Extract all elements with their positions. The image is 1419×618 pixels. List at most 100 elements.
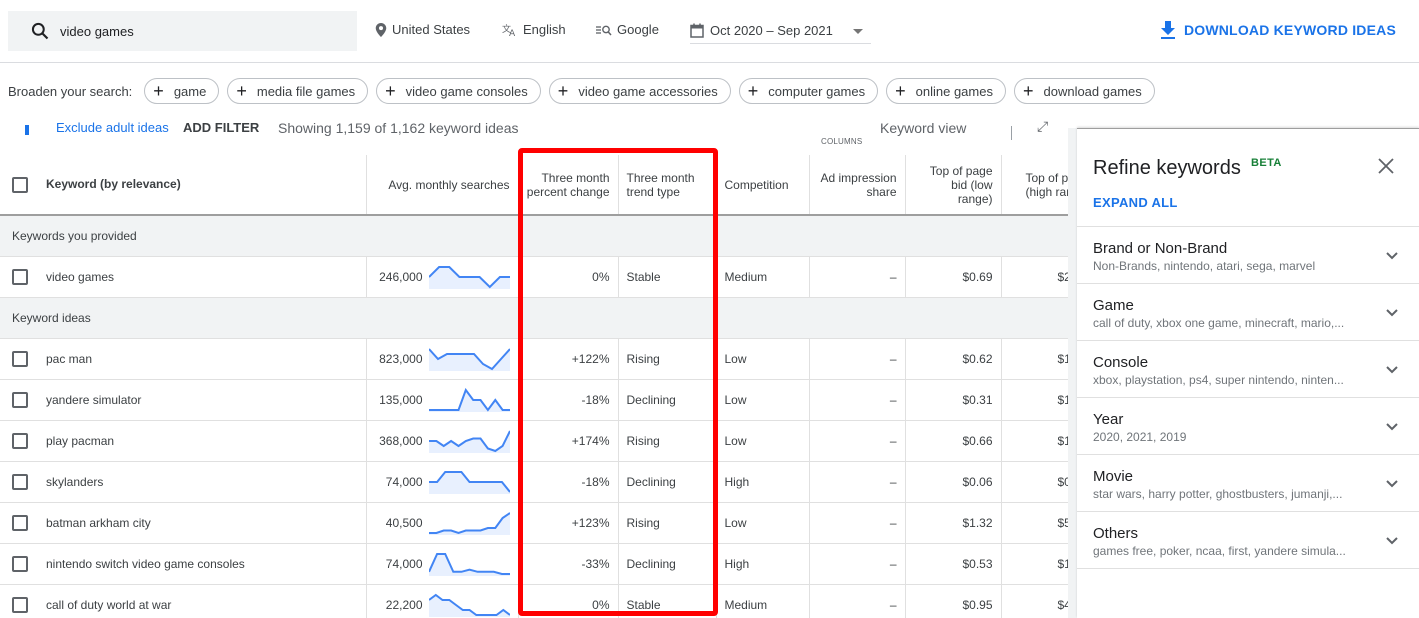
plus-icon: + (385, 81, 396, 101)
close-icon[interactable] (1376, 156, 1396, 176)
impression-cell: – (808, 584, 905, 618)
broaden-chip[interactable]: + computer games (738, 78, 879, 104)
refine-group[interactable]: Year 2020, 2021, 2019 (1077, 398, 1419, 455)
bid-low-cell: $0.06 (904, 461, 1001, 503)
keyword-text: pac man (46, 351, 93, 366)
refine-group[interactable]: Console xbox, playstation, ps4, super nin… (1077, 341, 1419, 398)
bid-high-cell: $0 (1000, 461, 1068, 503)
row-checkbox[interactable] (12, 473, 28, 490)
table-row[interactable]: nintendo switch video game consoles 74,00… (0, 543, 1068, 585)
table-row[interactable]: video games 246,000 0% Stable Medium – $0.69 $2 (0, 256, 1068, 298)
header-bid-low[interactable]: Top of page bid (low range) (904, 155, 1001, 216)
plus-icon: + (236, 81, 247, 101)
bid-high-cell: $1 (1000, 338, 1068, 380)
group-summary: call of duty, xbox one game, minecraft, … (1093, 316, 1345, 330)
group-name: Console (1093, 354, 1149, 371)
sparkline-area (428, 348, 510, 371)
chevron-down-icon[interactable] (1385, 308, 1399, 318)
row-checkbox[interactable] (12, 555, 28, 572)
trend-sparkline (428, 470, 510, 494)
beta-badge: BETA (1251, 157, 1282, 169)
search-icon (31, 22, 49, 40)
table-row[interactable]: yandere simulator 135,000 -18% Declining Low… (0, 379, 1068, 421)
broaden-chip[interactable]: + game (144, 78, 220, 104)
trend-sparkline (428, 511, 510, 535)
change-cell: 0% (517, 584, 618, 618)
table-row[interactable]: call of duty world at war 22,200 0% Stable M… (0, 584, 1068, 618)
section-header-row: Keywords you provided (0, 215, 1068, 257)
keyword-view-selector[interactable]: Keyword view (880, 120, 966, 136)
impression-cell: – (808, 256, 905, 298)
table-row[interactable]: batman arkham city 40,500 +123% Rising Low – $… (0, 502, 1068, 544)
section-label: Keywords you provided (0, 215, 1068, 257)
sparkline-area (428, 389, 510, 412)
chevron-down-icon[interactable] (1385, 536, 1399, 546)
calendar-icon (690, 23, 704, 38)
expand-all-button[interactable]: EXPAND ALL (1093, 195, 1178, 210)
search-box[interactable] (8, 11, 357, 51)
broaden-chip[interactable]: + online games (886, 78, 1006, 104)
table-row[interactable]: skylanders 74,000 -18% Declining High – $0.06 $… (0, 461, 1068, 503)
refine-group[interactable]: Others games free, poker, ncaa, first, ya… (1077, 512, 1419, 569)
row-checkbox[interactable] (12, 432, 28, 449)
language-selector[interactable]: 文A English (502, 22, 566, 37)
download-keyword-ideas-button[interactable]: DOWNLOAD KEYWORD IDEAS (1160, 21, 1396, 39)
header-competition[interactable]: Competition (715, 155, 809, 216)
change-cell: 0% (517, 256, 618, 298)
searches-value: 22,200 (385, 597, 423, 612)
location-label: United States (392, 22, 471, 37)
bid-low-cell: $0.31 (904, 379, 1001, 421)
bid-high-cell: $1 (1000, 420, 1068, 462)
impression-cell: – (808, 379, 905, 421)
table-row[interactable]: pac man 823,000 +122% Rising Low – $0.62 $1 (0, 338, 1068, 380)
network-selector[interactable]: Google (596, 22, 659, 37)
keyword-text: play pacman (46, 433, 115, 448)
group-name: Movie (1093, 468, 1134, 485)
header-bid-high[interactable]: Top of page bid (high range) (1000, 155, 1068, 216)
trend-sparkline (428, 265, 510, 289)
chip-label: computer games (768, 83, 866, 99)
chevron-down-icon[interactable] (1385, 251, 1399, 261)
refine-groups: Brand or Non-Brand Non-Brands, nintendo, … (1077, 226, 1419, 569)
refine-group[interactable]: Brand or Non-Brand Non-Brands, nintendo, … (1077, 227, 1419, 284)
broaden-label: Broaden your search: (8, 83, 133, 99)
chevron-down-icon[interactable] (1385, 422, 1399, 432)
keyword-text: yandere simulator (46, 392, 142, 407)
row-checkbox[interactable] (12, 391, 28, 408)
select-all-checkbox[interactable] (12, 176, 28, 193)
header-keyword[interactable]: Keyword (by relevance) (0, 155, 366, 216)
bid-low-cell: $0.69 (904, 256, 1001, 298)
section-header-row: Keyword ideas (0, 297, 1068, 339)
chevron-down-icon[interactable] (1385, 365, 1399, 375)
chevron-down-icon[interactable] (1385, 479, 1399, 489)
row-checkbox[interactable] (12, 596, 28, 613)
competition-cell: Low (715, 420, 809, 462)
add-filter-button[interactable]: ADD FILTER (183, 120, 259, 135)
table-row[interactable]: play pacman 368,000 +174% Rising Low – $0.66 $1 (0, 420, 1068, 462)
change-cell: +174% (517, 420, 618, 462)
trend-cell: Rising (617, 338, 716, 380)
refine-group[interactable]: Movie star wars, harry potter, ghostbuste… (1077, 455, 1419, 512)
search-input[interactable] (60, 23, 340, 39)
date-range-selector[interactable]: Oct 2020 – Sep 2021 (690, 18, 871, 44)
change-cell: -18% (517, 379, 618, 421)
broaden-chip[interactable]: + video game accessories (548, 78, 731, 104)
broaden-chip[interactable]: + media file games (227, 78, 369, 104)
row-checkbox[interactable] (12, 514, 28, 531)
location-selector[interactable]: United States (375, 22, 470, 37)
header-three-month-change[interactable]: Three month percent change (517, 155, 618, 216)
bid-low-cell: $0.95 (904, 584, 1001, 618)
columns-button[interactable]: COLUMNS (821, 137, 862, 146)
expand-icon[interactable]: ⤢ (1037, 118, 1048, 135)
refine-group[interactable]: Game call of duty, xbox one game, minecra… (1077, 284, 1419, 341)
broaden-chip[interactable]: + video game consoles (376, 78, 541, 104)
header-ad-impression-share[interactable]: Ad impression share (808, 155, 905, 216)
row-checkbox[interactable] (12, 350, 28, 367)
broaden-chip[interactable]: + download games (1013, 78, 1155, 104)
plus-icon: + (1022, 81, 1034, 101)
group-name: Game (1093, 297, 1134, 314)
exclude-adult-ideas-toggle[interactable]: Exclude adult ideas (56, 120, 169, 135)
header-avg-monthly-searches[interactable]: Avg. monthly searches (365, 155, 518, 216)
row-checkbox[interactable] (12, 268, 28, 285)
header-three-month-trend[interactable]: Three month trend type (617, 155, 716, 216)
